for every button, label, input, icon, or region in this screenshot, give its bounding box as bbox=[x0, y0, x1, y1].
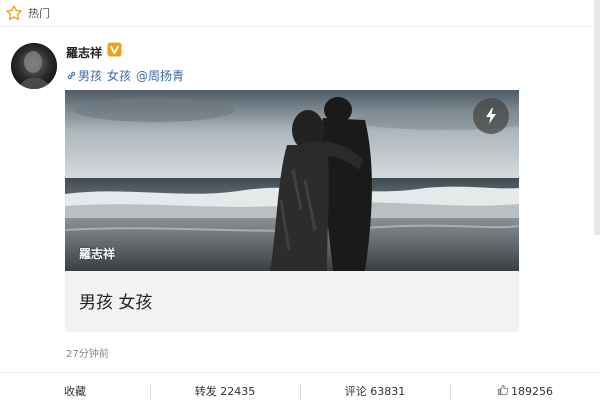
tag-boy[interactable]: 男孩 bbox=[78, 67, 102, 84]
tag-girl[interactable]: 女孩 bbox=[107, 67, 131, 84]
avatar[interactable] bbox=[11, 43, 57, 89]
link-icon bbox=[67, 71, 76, 80]
photo-watermark: 羅志祥 bbox=[79, 247, 116, 261]
mention-user[interactable]: @周扬青 bbox=[136, 67, 184, 84]
scrollbar[interactable] bbox=[594, 0, 600, 235]
card-title[interactable]: 男孩 女孩 bbox=[79, 288, 152, 313]
hot-label: 热门 bbox=[28, 7, 50, 20]
beach-photo[interactable] bbox=[65, 90, 519, 271]
star-icon bbox=[6, 5, 22, 21]
comment-button[interactable]: 评论 63831 bbox=[300, 382, 450, 402]
username[interactable]: 羅志祥 bbox=[66, 44, 102, 61]
post-tags: 男孩 女孩 @周扬青 bbox=[66, 67, 189, 84]
like-button[interactable]: 189256 bbox=[450, 382, 600, 402]
post-time[interactable]: 27分钟前 bbox=[66, 345, 109, 360]
verified-v-icon bbox=[107, 42, 122, 57]
thumbs-up-icon bbox=[497, 384, 509, 395]
flash-button[interactable] bbox=[473, 98, 509, 134]
action-bar: 收藏 转发 22435 评论 63831 189256 bbox=[0, 372, 600, 410]
media-card[interactable]: 羅志祥 男孩 女孩 bbox=[65, 90, 519, 332]
lightning-icon bbox=[486, 108, 496, 124]
like-count: 189256 bbox=[511, 384, 553, 398]
collect-button[interactable]: 收藏 bbox=[0, 382, 150, 402]
repost-button[interactable]: 转发 22435 bbox=[150, 382, 300, 402]
hot-header: 热门 bbox=[0, 0, 600, 27]
